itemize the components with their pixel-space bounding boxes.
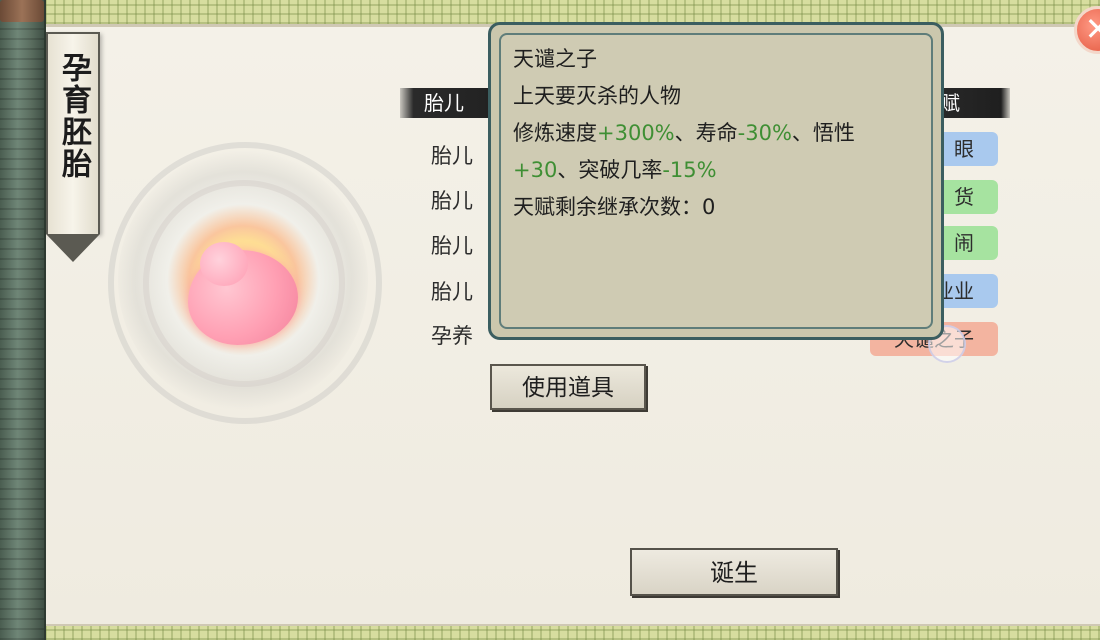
effect-label-breakthrough: 、突破几率: [557, 158, 663, 182]
effect-value-breakthrough: -15%: [662, 158, 717, 182]
fetus-info-header-label: 胎儿: [424, 91, 464, 115]
row-label-3: 胎儿: [431, 234, 473, 258]
row-label-5: 孕养: [431, 324, 473, 348]
effect-label-lifespan: 、寿命: [674, 121, 738, 145]
effect-value-lifespan: -30%: [737, 121, 792, 145]
tooltip-effects-line-2: +30、突破几率-15%: [513, 152, 919, 189]
embryo-swirl[interactable]: [108, 142, 382, 424]
effect-value-cultivation: +300%: [597, 121, 675, 145]
effect-label-insight: 、悟性: [791, 121, 855, 145]
title-banner: 孕育胚胎: [46, 32, 100, 262]
scroll-rod: [0, 0, 46, 640]
tooltip-description: 上天要灭杀的人物: [513, 84, 681, 108]
effect-value-insight: +30: [513, 158, 558, 182]
bottom-border: [0, 624, 1100, 640]
tooltip-effects-line-1: 修炼速度+300%、寿命-30%、悟性: [513, 115, 919, 152]
tooltip-body: 天谴之子 上天要灭杀的人物 修炼速度+300%、寿命-30%、悟性 +30、突破…: [499, 33, 933, 329]
tooltip-title: 天谴之子: [513, 47, 597, 71]
tooltip-inherit-count: 天赋剩余继承次数：0: [513, 195, 716, 219]
talent-tooltip: 天谴之子 上天要灭杀的人物 修炼速度+300%、寿命-30%、悟性 +30、突破…: [488, 22, 944, 340]
row-label-2: 胎儿: [431, 189, 473, 213]
row-label-1: 胎儿: [431, 144, 473, 168]
use-item-button[interactable]: 使用道具: [490, 364, 646, 410]
rod-cap-top: [0, 0, 44, 22]
row-label-4: 胎儿: [431, 280, 473, 304]
birth-button[interactable]: 诞生: [630, 548, 838, 596]
page-title: 孕育胚胎: [56, 52, 91, 180]
effect-label-cultivation: 修炼速度: [513, 121, 597, 145]
